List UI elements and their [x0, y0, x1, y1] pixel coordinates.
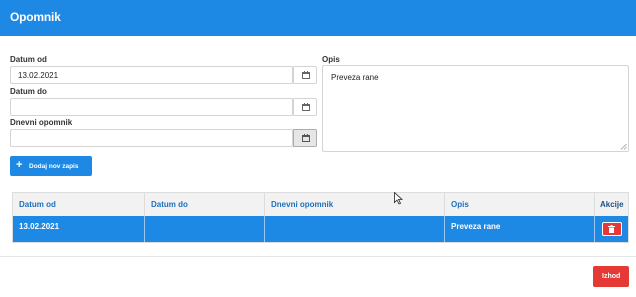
date-from-calendar-button[interactable]: [293, 66, 317, 84]
date-from-value: 13.02.2021: [18, 71, 59, 80]
table-row[interactable]: 13.02.2021 Preveza rane: [13, 216, 628, 242]
add-record-label: Dodaj nov zapis: [29, 163, 79, 170]
daily-reminder-calendar-button[interactable]: [293, 129, 317, 147]
cell-actions: [595, 216, 628, 242]
trash-icon: [608, 225, 615, 233]
cell-daily-reminder: [265, 216, 445, 242]
calendar-icon: [302, 71, 310, 79]
cell-date-from: 13.02.2021: [13, 216, 145, 242]
cell-description: Preveza rane: [445, 216, 595, 242]
exit-button[interactable]: Izhod: [593, 266, 629, 287]
daily-reminder-label: Dnevni opomnik: [10, 118, 73, 127]
footer-divider: [0, 256, 636, 257]
add-record-button[interactable]: + Dodaj nov zapis: [10, 156, 92, 176]
date-to-label: Datum do: [10, 87, 47, 96]
resize-handle-icon[interactable]: [620, 143, 627, 150]
calendar-icon: [302, 103, 310, 111]
date-to-calendar-button[interactable]: [293, 98, 317, 116]
date-to-input[interactable]: [10, 98, 293, 116]
column-header-description[interactable]: Opis: [445, 193, 595, 216]
calendar-icon: [302, 134, 310, 142]
description-textarea[interactable]: Preveza rane: [322, 65, 629, 152]
records-table: Datum od Datum do Dnevni opomnik Opis Ak…: [12, 192, 629, 243]
column-header-daily-reminder[interactable]: Dnevni opomnik: [265, 193, 445, 216]
date-from-input[interactable]: 13.02.2021: [10, 66, 293, 84]
date-from-label: Datum od: [10, 55, 47, 64]
plus-icon: +: [16, 159, 23, 171]
column-header-date-from[interactable]: Datum od: [13, 193, 145, 216]
daily-reminder-input[interactable]: [10, 129, 293, 147]
column-header-date-to[interactable]: Datum do: [145, 193, 265, 216]
cell-date-to: [145, 216, 265, 242]
mouse-cursor-icon: [394, 192, 403, 205]
dialog-title: Opomnik: [10, 10, 61, 24]
column-header-actions: Akcije: [595, 193, 628, 216]
description-label: Opis: [322, 55, 340, 64]
description-value: Preveza rane: [331, 73, 379, 82]
dialog-header: Opomnik: [0, 0, 636, 36]
delete-button[interactable]: [602, 222, 622, 236]
